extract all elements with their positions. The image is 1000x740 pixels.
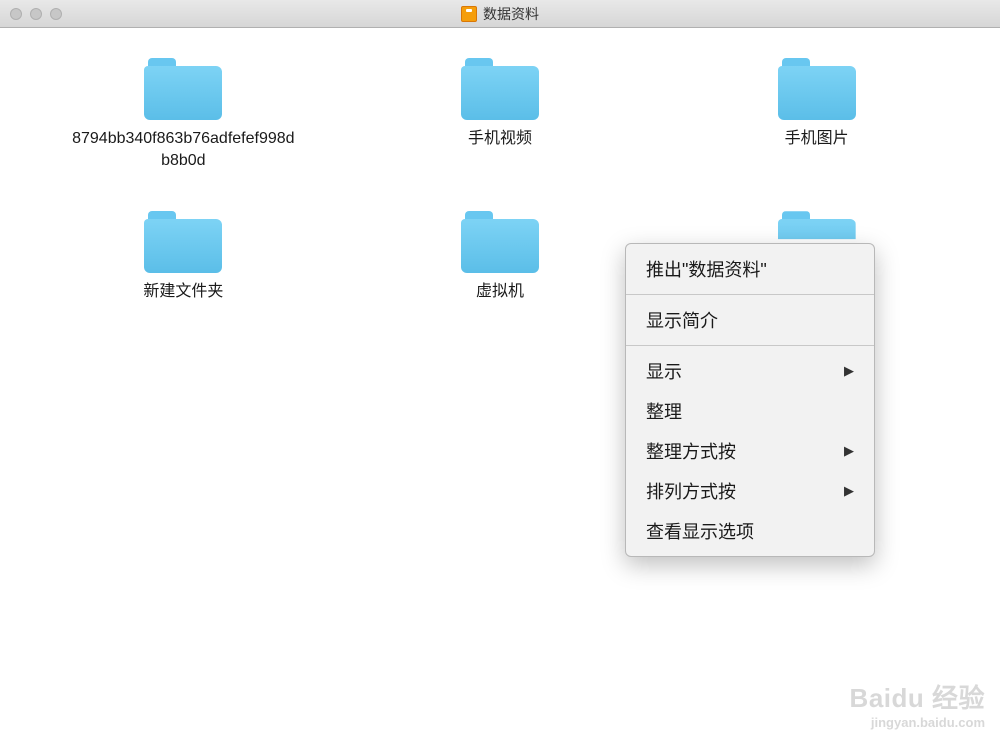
folder-label: 8794bb340f863b76adfefef998db8b0d <box>68 128 298 171</box>
traffic-lights <box>10 8 62 20</box>
menu-separator <box>626 345 874 346</box>
menu-item-label: 排列方式按 <box>646 478 736 504</box>
menu-item-view-options[interactable]: 查看显示选项 <box>626 511 874 551</box>
menu-item-label: 显示 <box>646 358 682 384</box>
window-title-text: 数据资料 <box>483 4 539 24</box>
submenu-arrow-icon: ▶ <box>844 443 854 459</box>
submenu-arrow-icon: ▶ <box>844 483 854 499</box>
close-button[interactable] <box>10 8 22 20</box>
menu-item-show[interactable]: 显示 ▶ <box>626 351 874 391</box>
window-title: 数据资料 <box>461 4 539 24</box>
menu-item-get-info[interactable]: 显示简介 <box>626 300 874 340</box>
folder-icon <box>461 58 539 120</box>
watermark: Baidu 经验 jingyan.baidu.com <box>850 678 985 730</box>
folder-icon <box>778 58 856 120</box>
minimize-button[interactable] <box>30 8 42 20</box>
menu-item-arrange-by[interactable]: 排列方式按 ▶ <box>626 471 874 511</box>
folder-icon <box>461 211 539 273</box>
folder-item[interactable]: 新建文件夹 <box>63 211 303 303</box>
menu-item-label: 整理方式按 <box>646 438 736 464</box>
menu-item-label: 查看显示选项 <box>646 518 754 544</box>
menu-item-organize[interactable]: 整理 <box>626 391 874 431</box>
menu-item-label: 整理 <box>646 398 682 424</box>
folder-label: 虚拟机 <box>476 281 524 303</box>
menu-item-label: 推出"数据资料" <box>646 256 767 282</box>
menu-item-organize-by[interactable]: 整理方式按 ▶ <box>626 431 874 471</box>
window-titlebar: 数据资料 <box>0 0 1000 28</box>
folder-item[interactable]: 手机视频 <box>380 58 620 171</box>
context-menu: 推出"数据资料" 显示简介 显示 ▶ 整理 整理方式按 ▶ 排列方式按 ▶ 查看… <box>625 243 875 557</box>
watermark-sub: jingyan.baidu.com <box>850 715 985 730</box>
folder-item[interactable]: 手机图片 <box>697 58 937 171</box>
menu-item-label: 显示简介 <box>646 307 718 333</box>
folder-label: 手机视频 <box>468 128 532 150</box>
folder-label: 新建文件夹 <box>143 281 223 303</box>
menu-item-eject[interactable]: 推出"数据资料" <box>626 249 874 289</box>
submenu-arrow-icon: ▶ <box>844 363 854 379</box>
folder-icon <box>144 211 222 273</box>
folder-label: 手机图片 <box>785 128 849 150</box>
watermark-main: Baidu 经验 <box>850 678 985 715</box>
zoom-button[interactable] <box>50 8 62 20</box>
folder-item[interactable]: 虚拟机 <box>380 211 620 303</box>
menu-separator <box>626 294 874 295</box>
folder-icon <box>144 58 222 120</box>
folder-item[interactable]: 8794bb340f863b76adfefef998db8b0d <box>63 58 303 171</box>
drive-icon <box>461 6 477 22</box>
